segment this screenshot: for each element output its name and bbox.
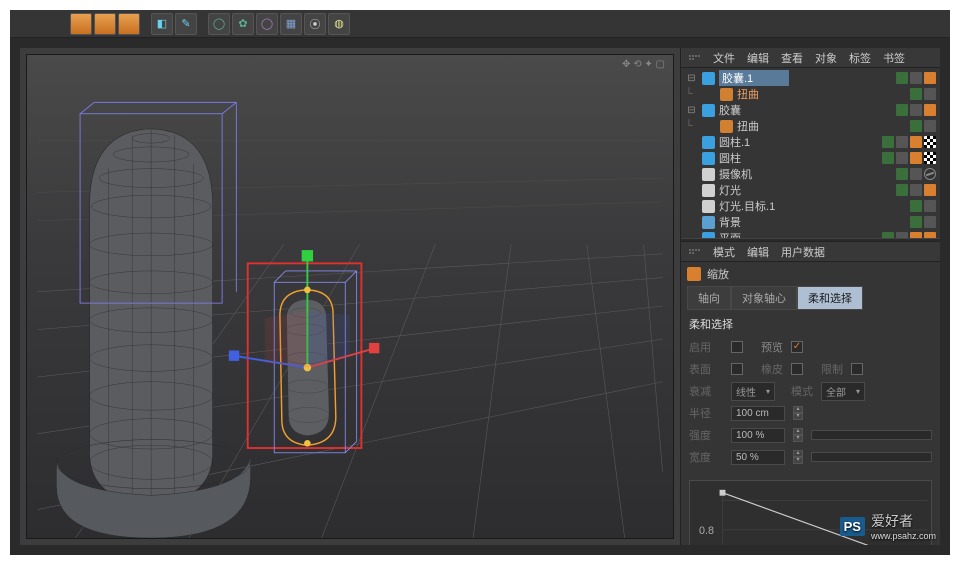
strength-slider[interactable] (811, 430, 932, 440)
rubber-checkbox[interactable] (791, 363, 803, 375)
strength-input[interactable]: 100 % (731, 428, 785, 443)
tb-grid[interactable]: ▦ (280, 13, 302, 35)
radius-spinner[interactable]: ▴▾ (793, 406, 803, 420)
menu-edit[interactable]: 编辑 (747, 50, 769, 66)
rubber-label: 橡皮 (761, 361, 783, 377)
radius-label: 半径 (689, 405, 723, 421)
surface-checkbox[interactable] (731, 363, 743, 375)
tree-row[interactable]: 背景 (681, 214, 940, 230)
attribute-menu: 模式 编辑 用户数据 (681, 242, 940, 262)
radius-input[interactable]: 100 cm (731, 406, 785, 421)
watermark-url: www.psahz.com (871, 531, 936, 541)
tree-row[interactable]: 圆柱 (681, 150, 940, 166)
falloff-label: 衰减 (689, 383, 723, 399)
tab[interactable]: 轴向 (687, 286, 731, 310)
width-slider[interactable] (811, 452, 932, 462)
mode-label: 模式 (791, 383, 813, 399)
viewport-scene (27, 55, 673, 538)
width-input[interactable]: 50 % (731, 450, 785, 465)
enable-checkbox[interactable] (731, 341, 743, 353)
menu-edit2[interactable]: 编辑 (747, 244, 769, 260)
tb-sphere[interactable]: ◯ (208, 13, 230, 35)
object-tree[interactable]: ⊟胶囊.1└扭曲⊟胶囊└扭曲圆柱.1圆柱摄像机灯光灯光.目标.1背景平面天空 (681, 68, 940, 238)
right-panel: 文件 编辑 查看 对象 标签 书签 ⊟胶囊.1└扭曲⊟胶囊└扭曲圆柱.1圆柱摄像… (680, 48, 940, 545)
width-label: 宽度 (689, 449, 723, 465)
enable-label: 启用 (689, 339, 723, 355)
grip-icon[interactable] (689, 55, 701, 60)
watermark-logo: PS (840, 517, 865, 536)
section-title: 柔和选择 (689, 316, 932, 332)
main-toolbar: ◧ ✎ ◯ ✿ ◯ ▦ ⦿ ◍ (10, 10, 950, 38)
tree-row[interactable]: ⊟胶囊 (681, 102, 940, 118)
limit-checkbox[interactable] (851, 363, 863, 375)
tb-torus[interactable]: ◯ (256, 13, 278, 35)
tb-camera[interactable]: ⦿ (304, 13, 326, 35)
limit-label: 限制 (821, 361, 843, 377)
tb-light[interactable]: ◍ (328, 13, 350, 35)
viewport-container: ✥ ⟲ ✦ ▢ (20, 48, 680, 545)
mode-dropdown[interactable]: 全部 (821, 382, 865, 401)
attr-title: 缩放 (707, 266, 729, 282)
width-spinner[interactable]: ▴▾ (793, 450, 803, 464)
attribute-tabs: 轴向对象轴心柔和选择 (681, 286, 940, 310)
tb-cube[interactable]: ◧ (151, 13, 173, 35)
preview-label: 预览 (761, 339, 783, 355)
viewport[interactable]: ✥ ⟲ ✦ ▢ (26, 54, 674, 539)
menu-bookmarks[interactable]: 书签 (883, 50, 905, 66)
tb-record-1[interactable] (70, 13, 92, 35)
scale-tool-icon (687, 267, 701, 281)
menu-userdata[interactable]: 用户数据 (781, 244, 825, 260)
tb-gear[interactable]: ✿ (232, 13, 254, 35)
toolbar-group-prim: ◧ ✎ (151, 13, 197, 35)
viewport-nav-icons[interactable]: ✥ ⟲ ✦ ▢ (622, 59, 665, 70)
strength-spinner[interactable]: ▴▾ (793, 428, 803, 442)
tab[interactable]: 柔和选择 (797, 286, 863, 310)
toolbar-group-record (70, 13, 140, 35)
strength-label: 强度 (689, 427, 723, 443)
watermark: PS 爱好者 www.psahz.com (840, 511, 936, 541)
tree-row[interactable]: 圆柱.1 (681, 134, 940, 150)
tab[interactable]: 对象轴心 (731, 286, 797, 310)
menu-view[interactable]: 查看 (781, 50, 803, 66)
svg-text:0.8: 0.8 (699, 525, 714, 537)
tb-record-2[interactable] (94, 13, 116, 35)
tree-row[interactable]: └扭曲 (681, 118, 940, 134)
surface-label: 表面 (689, 361, 723, 377)
tb-pen[interactable]: ✎ (175, 13, 197, 35)
preview-checkbox[interactable] (791, 341, 803, 353)
falloff-dropdown[interactable]: 线性 (731, 382, 775, 401)
soft-select-section: 柔和选择 启用 预览 表面 橡皮 限制 衰减 线性 (681, 310, 940, 476)
toolbar-group-tools: ◯ ✿ ◯ ▦ ⦿ ◍ (208, 13, 350, 35)
menu-object[interactable]: 对象 (815, 50, 837, 66)
tree-row[interactable]: └扭曲 (681, 86, 940, 102)
menu-mode[interactable]: 模式 (713, 244, 735, 260)
attribute-panel: 缩放 轴向对象轴心柔和选择 柔和选择 启用 预览 表面 橡皮 限制 (681, 262, 940, 545)
grip-icon[interactable] (689, 249, 701, 254)
object-manager-menu: 文件 编辑 查看 对象 标签 书签 (681, 48, 940, 68)
tree-row[interactable]: 灯光 (681, 182, 940, 198)
menu-file[interactable]: 文件 (713, 50, 735, 66)
tree-row[interactable]: 灯光.目标.1 (681, 198, 940, 214)
watermark-text: 爱好者 (871, 511, 936, 531)
tree-row[interactable]: 摄像机 (681, 166, 940, 182)
menu-tags[interactable]: 标签 (849, 50, 871, 66)
tb-record-3[interactable] (118, 13, 140, 35)
tree-row[interactable]: ⊟胶囊.1 (681, 70, 940, 86)
tree-row[interactable]: 平面 (681, 230, 940, 238)
